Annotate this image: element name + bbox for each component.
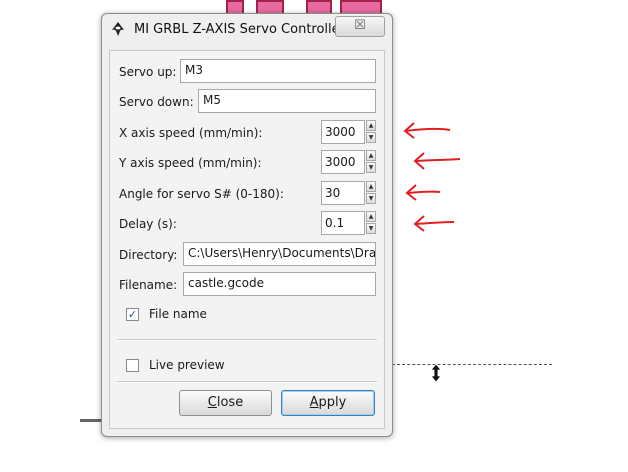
separator	[117, 381, 377, 383]
spin-up-button[interactable]: ▲	[366, 120, 376, 131]
file-name-checkbox[interactable]: ✓	[126, 308, 139, 321]
guide-line	[392, 364, 552, 365]
file-name-checkbox-label[interactable]: File name	[149, 307, 207, 321]
inkscape-icon	[112, 22, 124, 36]
angle-input[interactable]: 30	[321, 181, 365, 205]
y-speed-label: Y axis speed (mm/min):	[119, 156, 262, 170]
servo-controller-dialog: MI GRBL Z-AXIS Servo Controller ☒ Servo …	[101, 13, 393, 437]
delay-row: Delay (s): 0.1 ▲ ▼	[110, 211, 384, 237]
live-preview-checkbox[interactable]	[126, 359, 139, 372]
live-preview-checkbox-label[interactable]: Live preview	[149, 358, 225, 372]
spin-down-button[interactable]: ▼	[366, 132, 376, 143]
directory-label: Directory:	[119, 248, 178, 262]
red-arrow-icon	[405, 184, 441, 201]
delay-input[interactable]: 0.1	[321, 211, 365, 235]
spin-down-button[interactable]: ▼	[366, 223, 376, 234]
y-speed-row: Y axis speed (mm/min): 3000 ▲ ▼	[110, 150, 384, 176]
servo-down-row: Servo down: M5	[110, 89, 384, 115]
filename-label: Filename:	[119, 278, 178, 292]
servo-up-label: Servo up:	[119, 65, 177, 79]
y-speed-spin-buttons: ▲ ▼	[366, 150, 376, 174]
delay-spinbox: 0.1 ▲ ▼	[321, 211, 377, 235]
dialog-title: MI GRBL Z-AXIS Servo Controller	[134, 22, 346, 37]
x-speed-input[interactable]: 3000	[321, 120, 365, 144]
servo-down-input[interactable]: M5	[198, 89, 376, 113]
apply-button[interactable]: Apply	[281, 390, 375, 416]
spin-down-button[interactable]: ▼	[366, 162, 376, 173]
directory-input[interactable]: C:\Users\Henry\Documents\Dra	[183, 242, 376, 266]
x-speed-spin-buttons: ▲ ▼	[366, 120, 376, 144]
close-button[interactable]: Close	[179, 390, 272, 416]
angle-row: Angle for servo S# (0-180): 30 ▲ ▼	[110, 181, 384, 207]
separator	[117, 339, 377, 341]
canvas-line	[80, 419, 102, 422]
y-speed-input[interactable]: 3000	[321, 150, 365, 174]
delay-label: Delay (s):	[119, 217, 177, 231]
close-window-button[interactable]: ☒	[335, 16, 385, 37]
angle-spinbox: 30 ▲ ▼	[321, 181, 377, 205]
close-icon: ☒	[354, 18, 366, 33]
servo-down-label: Servo down:	[119, 95, 194, 109]
spin-up-button[interactable]: ▲	[366, 181, 376, 192]
red-arrow-icon	[413, 152, 461, 170]
angle-spin-buttons: ▲ ▼	[366, 181, 376, 205]
resize-cursor-icon	[430, 364, 442, 382]
x-speed-row: X axis speed (mm/min): 3000 ▲ ▼	[110, 120, 384, 146]
filename-input[interactable]: castle.gcode	[183, 272, 376, 296]
dialog-content: Servo up: M3 Servo down: M5 X axis speed…	[109, 50, 385, 429]
x-speed-label: X axis speed (mm/min):	[119, 126, 263, 140]
spin-down-button[interactable]: ▼	[366, 193, 376, 204]
spin-up-button[interactable]: ▲	[366, 150, 376, 161]
angle-label: Angle for servo S# (0-180):	[119, 187, 284, 201]
servo-up-input[interactable]: M3	[180, 59, 376, 83]
y-speed-spinbox: 3000 ▲ ▼	[321, 150, 377, 174]
spin-up-button[interactable]: ▲	[366, 211, 376, 222]
red-arrow-icon	[403, 122, 451, 139]
delay-spin-buttons: ▲ ▼	[366, 211, 376, 235]
filename-row: Filename: castle.gcode	[110, 272, 384, 298]
red-arrow-icon	[413, 215, 455, 232]
servo-up-row: Servo up: M3	[110, 59, 384, 85]
x-speed-spinbox: 3000 ▲ ▼	[321, 120, 377, 144]
title-bar[interactable]: MI GRBL Z-AXIS Servo Controller ☒	[102, 14, 392, 44]
directory-row: Directory: C:\Users\Henry\Documents\Dra	[110, 242, 384, 268]
